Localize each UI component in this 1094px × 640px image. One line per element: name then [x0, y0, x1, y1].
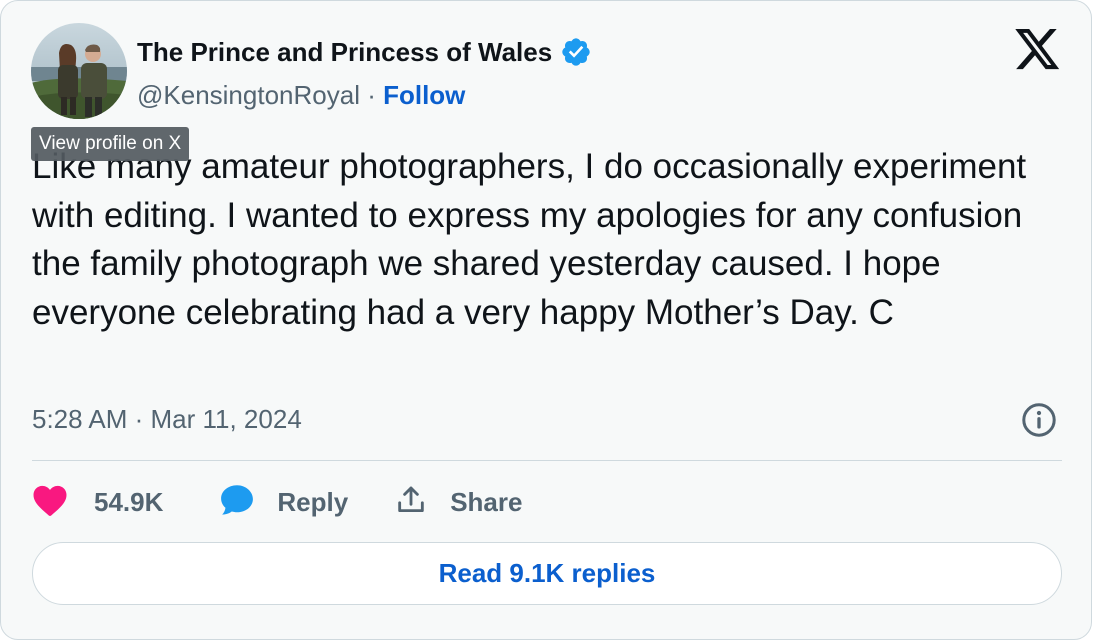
- like-count: 54.9K: [94, 486, 164, 517]
- divider: [32, 460, 1062, 461]
- tweet-text: Like many amateur photographers, I do oc…: [32, 147, 1027, 332]
- reply-button[interactable]: Reply: [219, 482, 348, 523]
- info-icon[interactable]: [1020, 401, 1058, 439]
- read-replies-button[interactable]: Read 9.1K replies: [32, 542, 1062, 605]
- author-handle-row: @KensingtonRoyal · Follow: [137, 77, 465, 113]
- reply-label: Reply: [277, 486, 349, 517]
- speech-bubble-icon: [219, 482, 255, 523]
- author-display-name[interactable]: The Prince and Princess of Wales: [137, 37, 552, 68]
- author-handle[interactable]: @KensingtonRoyal: [137, 80, 360, 110]
- tweet-actions: 54.9K Reply Share: [32, 481, 522, 523]
- handle-separator: ·: [359, 80, 384, 110]
- share-label: Share: [450, 486, 523, 517]
- avatar[interactable]: [31, 23, 127, 119]
- verified-badge-icon: [560, 36, 592, 68]
- tweet-embed-card: The Prince and Princess of Wales @Kensin…: [0, 0, 1092, 640]
- x-logo-icon[interactable]: [1015, 29, 1061, 71]
- view-profile-tooltip: View profile on X: [31, 127, 190, 161]
- author-name-row[interactable]: The Prince and Princess of Wales: [137, 33, 592, 71]
- follow-button[interactable]: Follow: [383, 80, 465, 110]
- share-button[interactable]: Share: [394, 483, 522, 522]
- tweet-timestamp[interactable]: 5:28 AM · Mar 11, 2024: [32, 401, 302, 437]
- avatar-photo: [31, 23, 127, 119]
- heart-icon: [32, 483, 68, 522]
- like-button[interactable]: 54.9K: [32, 483, 163, 522]
- share-icon: [394, 483, 428, 522]
